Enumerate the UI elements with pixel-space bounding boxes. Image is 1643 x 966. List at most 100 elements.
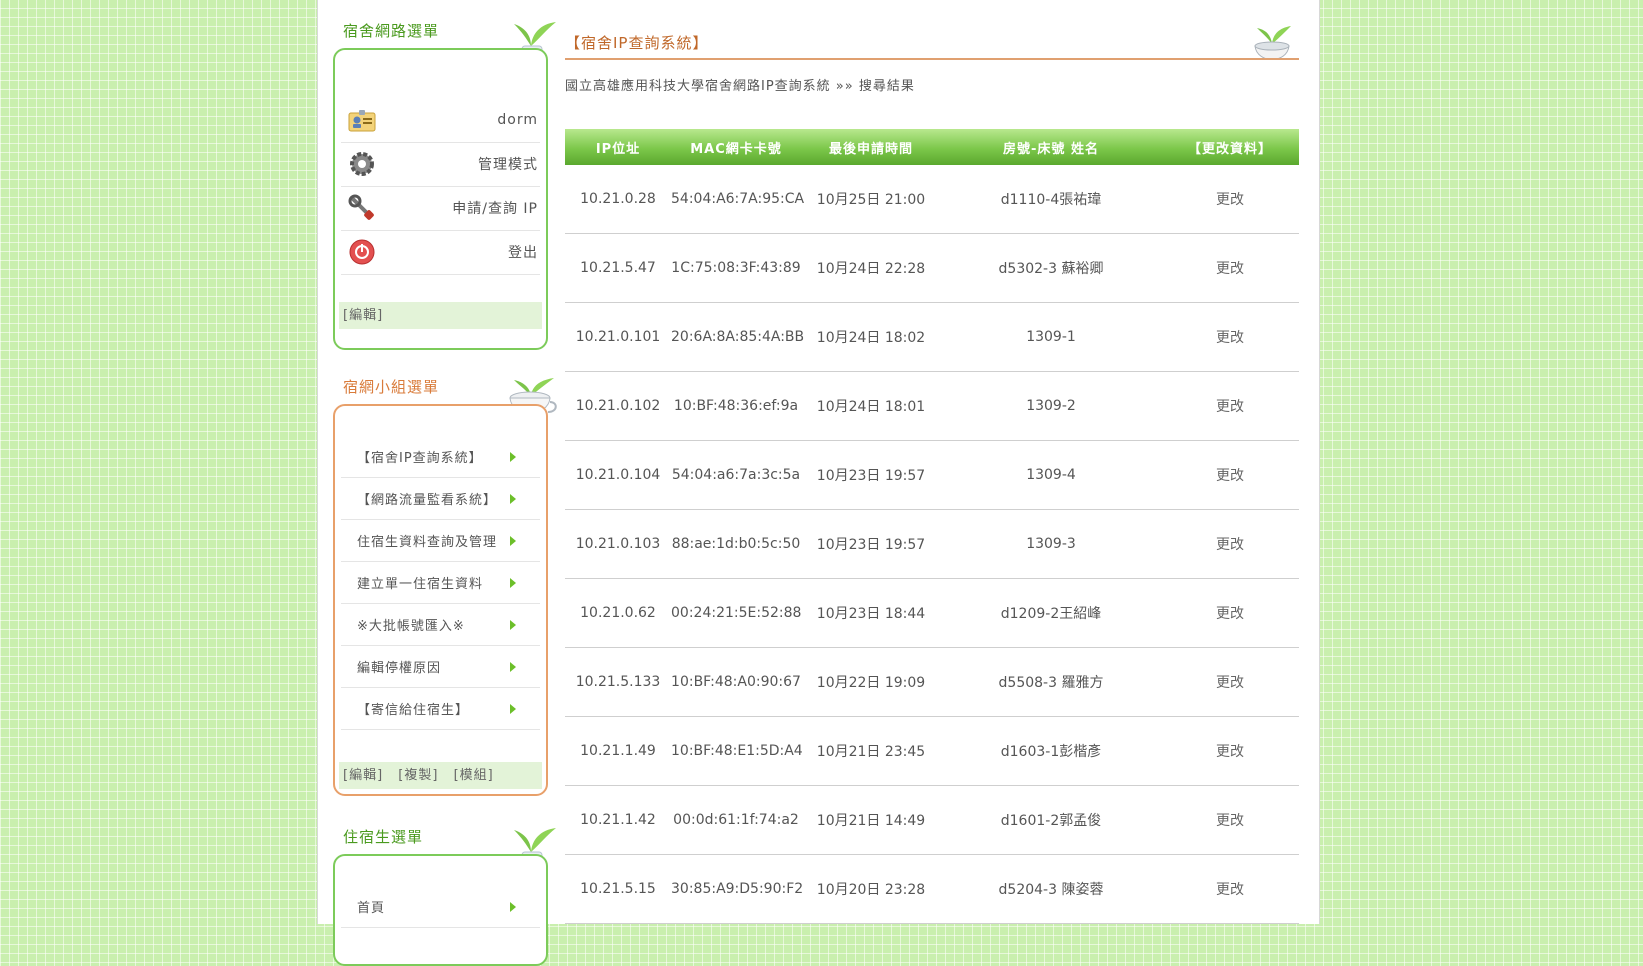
table-row: 10.21.0.101 20:6A:8A:85:4A:BB 10月24日 18:…: [565, 303, 1299, 372]
team-menu-frame: 【宿舍IP查詢系統】 【網路流量監看系統】 住宿生資料查詢及管理 建立單一住宿生…: [333, 404, 548, 796]
logout-label: 登出: [508, 245, 538, 261]
plant-bowl-icon: [1254, 26, 1291, 60]
col-mac: MAC網卡卡號: [690, 141, 782, 157]
time-cell: 10月24日 18:01: [816, 399, 926, 415]
menu-item-send-mail[interactable]: 【寄信給住宿生】: [341, 688, 540, 730]
sidebar-item-apply-ip[interactable]: 申請/查詢 IP: [341, 186, 540, 231]
edit-link[interactable]: 更改: [1161, 258, 1299, 278]
resident-menu: 住宿生選單 首頁: [333, 826, 556, 966]
col-ip: IP位址: [595, 141, 641, 157]
menu-item-traffic-monitor[interactable]: 【網路流量監看系統】: [341, 478, 540, 520]
ip-cell: 10.21.0.28: [580, 191, 656, 207]
mac-cell: 10:BF:48:36:ef:9a: [673, 398, 799, 414]
page-title: 【宿舍IP查詢系統】: [565, 34, 709, 52]
menu-item-create-resident[interactable]: 建立單一住宿生資料: [341, 562, 540, 604]
breadcrumb: 國立高雄應用科技大學宿舍網路IP查詢系統 »» 搜尋結果: [565, 79, 915, 94]
module-link[interactable]: [模組]: [454, 768, 494, 783]
room-cell: 1309-1: [1026, 329, 1076, 345]
copy-link[interactable]: [複製]: [398, 768, 438, 783]
apply-ip-label: 申請/查詢 IP: [452, 201, 538, 217]
mac-cell: 00:0d:61:1f:74:a2: [673, 812, 799, 828]
table-header: IP位址 MAC網卡卡號 最後申請時間 房號-床號 姓名 【更改資料】: [565, 129, 1299, 165]
resident-menu-frame: 首頁: [333, 854, 548, 966]
dorm-menu-title: 宿舍網路選單: [343, 22, 440, 40]
menu-item-suspension-reason[interactable]: 編輯停權原因: [341, 646, 540, 688]
username: dorm: [497, 112, 538, 128]
edit-link[interactable]: [編輯]: [343, 308, 383, 323]
table-row: 10.21.0.104 54:04:a6:7a:3c:5a 10月23日 19:…: [565, 441, 1299, 510]
time-cell: 10月21日 14:49: [816, 813, 926, 829]
ip-cell: 10.21.1.42: [580, 812, 656, 828]
mac-cell: 54:04:a6:7a:3c:5a: [671, 467, 801, 483]
time-cell: 10月23日 18:44: [816, 606, 926, 622]
edit-link[interactable]: 更改: [1161, 189, 1299, 209]
power-icon: [349, 239, 375, 265]
sidebar-item-logout[interactable]: 登出: [341, 230, 540, 275]
table-row: 10.21.5.47 1C:75:08:3F:43:89 10月24日 22:2…: [565, 234, 1299, 303]
gear-icon: [350, 152, 374, 176]
menu-item-ip-query[interactable]: 【宿舍IP查詢系統】: [341, 436, 540, 478]
room-cell: d5302-3 蘇裕卿: [998, 261, 1104, 277]
ip-cell: 10.21.0.104: [575, 467, 661, 483]
edit-link[interactable]: 更改: [1161, 672, 1299, 692]
time-cell: 10月24日 18:02: [816, 330, 926, 346]
arrow-right-icon: [510, 451, 516, 462]
mac-cell: 30:85:A9:D5:90:F2: [671, 881, 804, 897]
col-time: 最後申請時間: [828, 141, 913, 157]
edit-link[interactable]: 更改: [1161, 396, 1299, 416]
ip-cell: 10.21.0.62: [580, 605, 656, 621]
edit-link[interactable]: 更改: [1161, 879, 1299, 899]
room-cell: d1209-2王紹峰: [1000, 606, 1102, 622]
menu-item-label: 編輯停權原因: [357, 661, 442, 676]
user-row: dorm: [341, 98, 540, 143]
edit-link[interactable]: [編輯]: [343, 768, 383, 783]
mac-cell: 10:BF:48:E1:5D:A4: [671, 743, 803, 759]
edit-link[interactable]: 更改: [1161, 534, 1299, 554]
arrow-right-icon: [510, 661, 516, 672]
wrench-icon: [348, 194, 374, 220]
menu-item-label: 住宿生資料查詢及管理: [357, 535, 498, 550]
arrow-right-icon: [510, 703, 516, 714]
dorm-menu-frame: dorm 管理模式 申請/查詢 IP 登出 [編輯]: [333, 48, 548, 350]
table-row: 10.21.5.133 10:BF:48:A0:90:67 10月22日 19:…: [565, 648, 1299, 717]
sidebar-item-admin-mode[interactable]: 管理模式: [341, 142, 540, 187]
team-menu-action-bar: [編輯] [複製] [模組]: [339, 762, 542, 789]
mac-cell: 54:04:A6:7A:95:CA: [671, 191, 805, 207]
time-cell: 10月24日 22:28: [816, 261, 926, 277]
edit-link[interactable]: 更改: [1161, 603, 1299, 623]
user-card-icon: [348, 110, 376, 132]
table-row: 10.21.0.102 10:BF:48:36:ef:9a 10月24日 18:…: [565, 372, 1299, 441]
menu-item-label: 建立單一住宿生資料: [357, 577, 484, 592]
col-edit: 【更改資料】: [1187, 141, 1272, 157]
time-cell: 10月25日 21:00: [816, 192, 926, 208]
table-row: 10.21.5.15 30:85:A9:D5:90:F2 10月20日 23:2…: [565, 855, 1299, 924]
menu-item-label: 【寄信給住宿生】: [357, 703, 470, 718]
arrow-right-icon: [510, 619, 516, 630]
table-row: 10.21.0.103 88:ae:1d:b0:5c:50 10月23日 19:…: [565, 510, 1299, 579]
dorm-menu: 宿舍網路選單 dorm 管理模式 申請/查詢 IP 登出 [編輯]: [333, 20, 556, 350]
menu-item-resident-management[interactable]: 住宿生資料查詢及管理: [341, 520, 540, 562]
menu-item-home[interactable]: 首頁: [341, 886, 540, 928]
menu-item-label: ※大批帳號匯入※: [357, 619, 465, 634]
ip-cell: 10.21.0.103: [575, 536, 661, 552]
team-menu: 宿網小組選單 【宿舍IP查詢系統】 【網路流量監看系統】 住宿生資料查詢及管理 …: [333, 376, 557, 796]
ip-cell: 10.21.1.49: [580, 743, 656, 759]
title-divider: [565, 58, 1299, 60]
time-cell: 10月23日 19:57: [816, 468, 926, 484]
arrow-right-icon: [510, 577, 516, 588]
ip-cell: 10.21.5.47: [580, 260, 656, 276]
edit-link[interactable]: 更改: [1161, 810, 1299, 830]
edit-link[interactable]: 更改: [1161, 465, 1299, 485]
ip-cell: 10.21.5.15: [580, 881, 656, 897]
arrow-right-icon: [510, 535, 516, 546]
arrow-right-icon: [510, 901, 516, 912]
time-cell: 10月23日 19:57: [816, 537, 926, 553]
mac-cell: 10:BF:48:A0:90:67: [671, 674, 801, 690]
menu-item-batch-import[interactable]: ※大批帳號匯入※: [341, 604, 540, 646]
edit-link[interactable]: 更改: [1161, 327, 1299, 347]
mac-cell: 88:ae:1d:b0:5c:50: [671, 536, 801, 552]
time-cell: 10月21日 23:45: [816, 744, 926, 760]
menu-item-label: 【宿舍IP查詢系統】: [357, 451, 483, 466]
room-cell: d5508-3 羅雅方: [998, 675, 1104, 691]
edit-link[interactable]: 更改: [1161, 741, 1299, 761]
